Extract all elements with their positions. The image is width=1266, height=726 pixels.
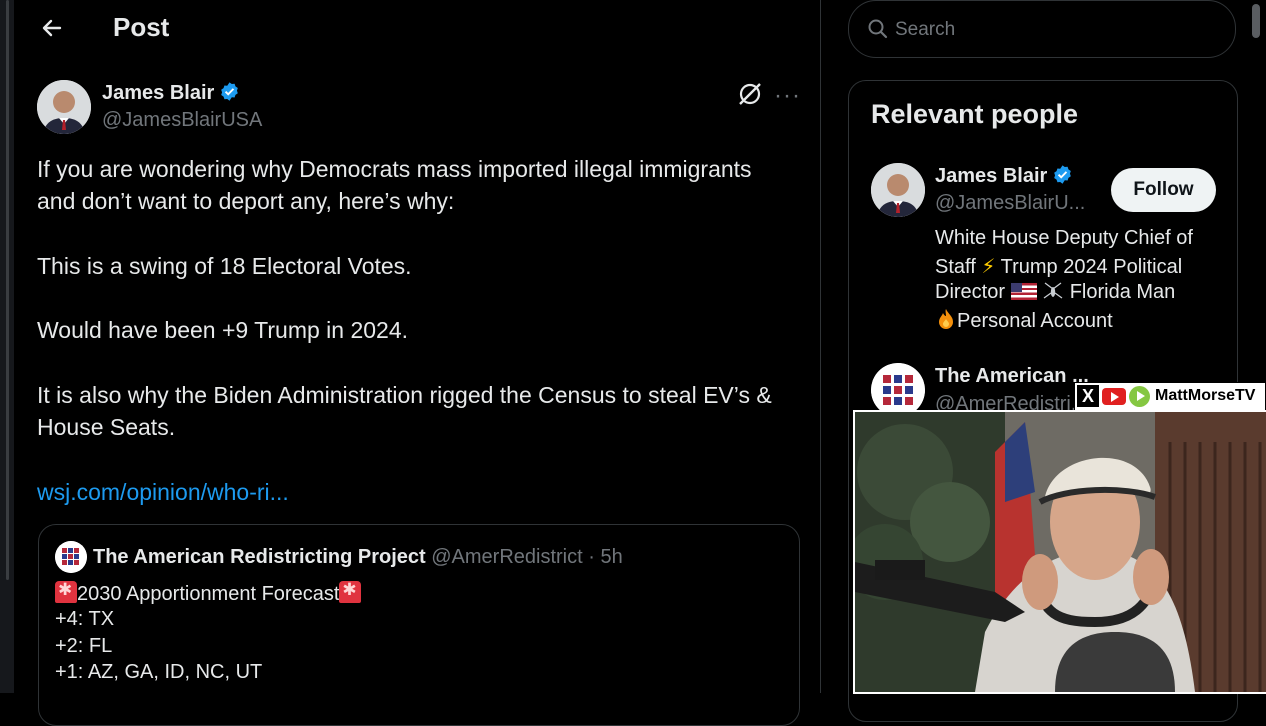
quoted-text-line: +2: FL (55, 635, 113, 657)
person-avatar[interactable] (871, 163, 925, 217)
author-name[interactable]: James Blair (102, 82, 214, 104)
article-link[interactable]: wsj.com/opinion/who-ri... (37, 479, 289, 506)
search-icon (868, 19, 888, 39)
person-name[interactable]: James Blair (935, 165, 1047, 187)
post-text-line: This is a swing of 18 Electoral Votes. (37, 253, 412, 279)
quoted-title: 2030 Apportionment Forecast (77, 583, 340, 605)
quoted-author-avatar[interactable] (55, 541, 87, 573)
person-bio-line: Personal Account (935, 308, 1113, 333)
relevant-people-title: Relevant people (871, 99, 1079, 129)
rumble-logo-icon (1129, 386, 1150, 407)
quoted-post[interactable]: The American Redistricting Project @Amer… (38, 524, 800, 726)
person-bio-line: Staff ⚡ Trump 2024 Political (935, 254, 1182, 279)
page-scrollbar[interactable] (1252, 4, 1260, 38)
post-text-line: House Seats. (37, 414, 176, 440)
verified-badge-icon (1054, 165, 1072, 184)
left-scrollbar[interactable] (6, 0, 9, 580)
bio-text: Director (935, 281, 1006, 303)
page-title: Post (113, 12, 170, 42)
left-scroll-gutter (0, 0, 14, 693)
siren-emoji-icon (339, 580, 362, 603)
person-name[interactable]: The American ... (935, 365, 1089, 388)
post-text-line: and don’t want to deport any, here’s why… (37, 188, 455, 214)
us-flag-emoji-icon (1010, 283, 1037, 300)
person-bio-line: White House Deputy Chief of (935, 227, 1193, 249)
post-header: Post (16, 0, 820, 56)
quoted-author-meta: @AmerRedistrict · 5h (431, 546, 623, 568)
bio-text: Staff (935, 256, 976, 278)
follow-button[interactable]: Follow (1111, 168, 1216, 212)
search-bar[interactable] (848, 0, 1236, 58)
back-arrow-icon[interactable] (40, 14, 64, 42)
grok-icon[interactable] (737, 81, 763, 107)
lightning-emoji-icon: ⚡ (981, 256, 996, 278)
fire-emoji-icon (939, 309, 953, 329)
person-name-row[interactable]: James Blair (935, 164, 1073, 188)
siren-emoji-icon (55, 580, 77, 603)
bio-text: Florida Man (1069, 281, 1176, 303)
more-options-icon[interactable]: ··· (774, 82, 801, 110)
bio-text: Personal Account (957, 310, 1113, 332)
quoted-author-row: The American Redistricting Project @Amer… (93, 546, 623, 569)
streamer-overlay-bar: X MattMorseTV (1074, 382, 1266, 412)
search-input[interactable] (893, 15, 1217, 45)
bio-text: Trump 2024 Political (1000, 256, 1183, 278)
webcam-video-overlay (853, 410, 1266, 694)
quoted-title-row: 2030 Apportionment Forecast (55, 580, 362, 606)
x-logo-icon: X (1077, 385, 1099, 407)
post-text-line: If you are wondering why Democrats mass … (37, 156, 752, 182)
quoted-text-line: +4: TX (55, 608, 115, 630)
post-text-line: It is also why the Biden Administration … (37, 382, 772, 408)
channel-name: MattMorseTV (1155, 387, 1256, 404)
quoted-author-name[interactable]: The American Redistricting Project (93, 546, 426, 568)
person-avatar[interactable] (871, 363, 925, 417)
person-handle[interactable]: @JamesBlairU... (935, 192, 1085, 215)
youtube-logo-icon (1102, 388, 1126, 405)
author-avatar[interactable] (37, 80, 91, 134)
quoted-text-line: +1: AZ, GA, ID, NC, UT (55, 661, 263, 683)
person-bio-line: Director Florida Man (935, 281, 1175, 304)
post-text-line: Would have been +9 Trump in 2024. (37, 317, 409, 343)
verified-badge-icon (221, 82, 239, 101)
author-handle[interactable]: @JamesBlairUSA (102, 109, 262, 132)
author-name-row[interactable]: James Blair (102, 81, 240, 105)
post-column: Post James Blair @JamesBlairUSA ··· If y… (16, 0, 821, 726)
mosquito-emoji-icon (1043, 282, 1063, 299)
webcam-image (855, 412, 1266, 692)
